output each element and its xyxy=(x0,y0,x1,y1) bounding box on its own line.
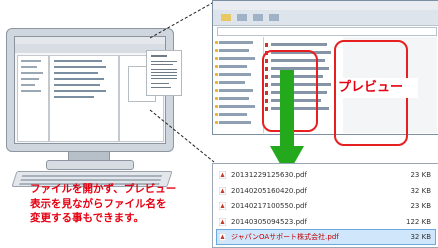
preview-callout-label: プレビュー xyxy=(336,78,418,98)
mini-window-titlebar xyxy=(15,37,165,44)
mini-window-ribbon xyxy=(15,44,165,53)
mini-navigation-pane xyxy=(17,55,49,142)
file-name: 20140305094523.pdf xyxy=(231,217,307,226)
file-row-selected[interactable]: ジャパンOAサポート株式会社.pdf 32 KB xyxy=(216,229,436,245)
file-list-closeup: 20131229125630.pdf 23 KB 20140205160420.pd… xyxy=(212,163,438,248)
file-row[interactable]: 20140305094523.pdf 122 KB xyxy=(217,215,435,229)
caption: ファイルを開かず、プレビュー 表示を見ながらファイル名を 変更する事もできます。 xyxy=(30,182,200,226)
mini-file-list xyxy=(49,55,119,142)
file-size: 32 KB xyxy=(410,233,431,241)
pdf-file-icon xyxy=(219,171,226,179)
file-size: 122 KB xyxy=(406,217,431,226)
caption-line-2: 表示を見ながらファイル名を xyxy=(30,197,167,210)
folder-icon xyxy=(215,41,218,44)
explorer-navigation-pane xyxy=(215,37,264,133)
file-size: 23 KB xyxy=(410,171,431,179)
file-name: 20131229125630.pdf xyxy=(231,171,307,179)
pdf-file-icon xyxy=(219,202,226,210)
file-size: 32 KB xyxy=(410,186,431,195)
down-arrow-icon xyxy=(270,70,304,176)
file-row[interactable]: 20140205160420.pdf 32 KB xyxy=(217,184,435,198)
document-preview-page xyxy=(146,50,182,96)
monitor-screen xyxy=(14,36,166,144)
monitor-stand-base xyxy=(46,160,134,170)
pdf-file-icon xyxy=(219,233,226,241)
file-name: ジャパンOAサポート株式会社.pdf xyxy=(231,233,339,241)
file-name: 20140217100550.pdf xyxy=(231,202,307,210)
caption-line-3: 変更する事もできます。 xyxy=(30,212,145,224)
caption-line-1: ファイルを開かず、プレビュー xyxy=(30,183,177,195)
explorer-address-bar xyxy=(217,27,437,36)
file-row[interactable]: 20140217100550.pdf 23 KB xyxy=(217,199,435,213)
explorer-titlebar xyxy=(213,1,438,10)
pdf-file-icon xyxy=(219,217,226,226)
explorer-ribbon xyxy=(213,10,438,26)
pdf-file-icon xyxy=(219,186,226,195)
file-name: 20140205160420.pdf xyxy=(231,186,307,195)
file-size: 23 KB xyxy=(410,202,431,210)
file-row[interactable]: 20131229125630.pdf 23 KB xyxy=(217,168,435,182)
